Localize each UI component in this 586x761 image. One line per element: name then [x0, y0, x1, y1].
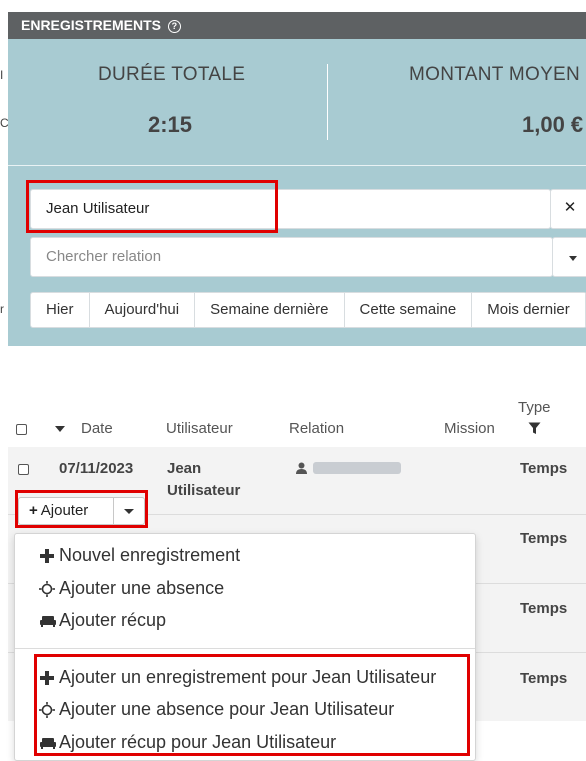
help-icon[interactable]: ?	[167, 20, 181, 33]
sun-icon	[39, 581, 59, 598]
select-all-checkbox[interactable]	[16, 424, 27, 435]
row-type: Temps	[520, 670, 568, 687]
stat-label-average-amount: MONTANT MOYEN	[409, 64, 581, 85]
relation-name-blurred	[313, 462, 401, 474]
highlight-user-options	[34, 654, 470, 756]
clear-user-button[interactable]: ✕	[550, 189, 586, 229]
caret-down-icon	[569, 256, 577, 261]
sort-desc-icon[interactable]	[54, 424, 66, 434]
sofa-icon	[39, 614, 59, 628]
person-icon	[296, 462, 307, 474]
highlight-user-filter	[26, 180, 278, 233]
row-type: Temps	[520, 600, 568, 617]
stat-divider	[327, 64, 328, 140]
stat-value-total-duration: 2:15	[148, 112, 193, 137]
relation-search-input[interactable]: Chercher relation	[30, 237, 553, 277]
menu-item-add-absence[interactable]: Ajouter une absence	[39, 578, 224, 599]
panel-title: ENREGISTREMENTS	[21, 17, 162, 33]
period-filter-bar: Hier Aujourd'hui Semaine dernière Cette …	[30, 292, 586, 328]
header-user[interactable]: Utilisateur	[166, 420, 233, 437]
row-type: Temps	[520, 460, 568, 477]
header-relation[interactable]: Relation	[289, 420, 344, 437]
row-date: 07/11/2023	[59, 460, 134, 477]
menu-item-new-entry[interactable]: Nouvel enregistrement	[39, 545, 240, 566]
header-type[interactable]: Type	[518, 399, 551, 416]
edge-fragment: I	[0, 68, 4, 82]
page: I C r ENREGISTREMENTS ? DURÉE TOTALE 2:1…	[0, 0, 586, 761]
period-yesterday[interactable]: Hier	[31, 293, 90, 327]
period-last-week[interactable]: Semaine dernière	[195, 293, 345, 327]
highlight-add-button	[15, 490, 148, 528]
menu-item-add-recup[interactable]: Ajouter récup	[39, 610, 166, 631]
row-checkbox[interactable]	[18, 464, 29, 475]
plus-icon	[39, 548, 59, 564]
edge-fragment: C	[0, 116, 9, 130]
panel-header: ENREGISTREMENTS ?	[8, 12, 586, 39]
panel-divider	[8, 165, 586, 166]
filter-icon[interactable]	[528, 422, 541, 435]
period-last-month[interactable]: Mois dernier	[472, 293, 586, 327]
relation-dropdown-button[interactable]	[552, 237, 586, 277]
menu-divider	[15, 648, 475, 649]
header-date[interactable]: Date	[81, 420, 113, 437]
edge-fragment: r	[0, 302, 4, 316]
period-today[interactable]: Aujourd'hui	[90, 293, 196, 327]
stat-label-total-duration: DURÉE TOTALE	[98, 64, 246, 85]
period-this-week[interactable]: Cette semaine	[345, 293, 473, 327]
row-type: Temps	[520, 530, 568, 547]
stat-value-average-amount: 1,00 €	[522, 112, 584, 137]
header-mission[interactable]: Mission	[444, 420, 495, 437]
panel-edge	[0, 12, 8, 346]
row-user: Jean Utilisateur	[167, 460, 241, 499]
